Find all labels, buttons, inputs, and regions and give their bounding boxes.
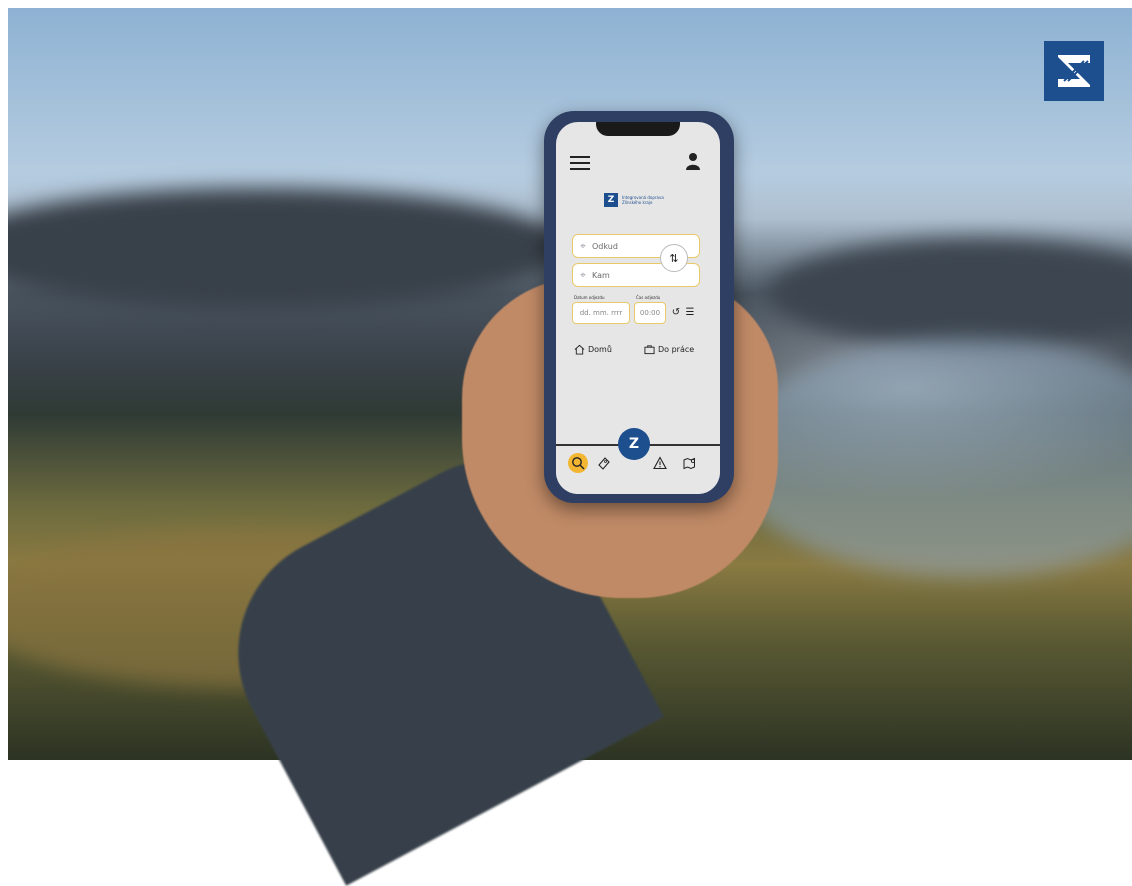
briefcase-icon — [644, 345, 655, 355]
filter-icon[interactable]: ☰ — [684, 306, 696, 318]
time-input[interactable]: 00:00 — [634, 302, 666, 324]
z-logo-icon: Z — [628, 436, 640, 452]
history-icon[interactable]: ↺ — [670, 306, 682, 318]
blurred-solar-panels — [728, 338, 1132, 578]
crosshair-icon: ⌖ — [580, 240, 586, 252]
ticket-icon — [598, 457, 610, 470]
to-placeholder: Kam — [592, 270, 610, 280]
phone-notch — [596, 122, 680, 136]
z-logo-icon: Z — [604, 193, 618, 207]
from-placeholder: Odkud — [592, 241, 618, 251]
hamburger-menu-icon[interactable] — [570, 156, 590, 170]
search-icon — [572, 457, 585, 470]
blurred-hill — [8, 188, 568, 308]
home-icon — [574, 344, 585, 355]
nav-alerts-button[interactable] — [650, 453, 670, 473]
nav-tickets-button[interactable] — [594, 453, 614, 473]
date-label: Datum odjezdu — [574, 295, 605, 300]
brand-line2: Zlínského kraje — [622, 200, 653, 205]
nav-home-button[interactable]: Z — [618, 428, 650, 460]
shortcut-work-button[interactable]: Do práce — [644, 344, 694, 355]
time-label: Čas odjezdu — [636, 295, 661, 300]
crosshair-icon: ⌖ — [580, 269, 586, 281]
map-icon — [683, 457, 696, 470]
shortcut-home-button[interactable]: Domů — [574, 344, 612, 355]
nav-map-button[interactable] — [680, 453, 700, 473]
date-input[interactable]: dd. mm. rrrr — [572, 302, 630, 324]
swap-arrows-icon: ⇅ — [669, 251, 679, 265]
corner-logo — [1044, 41, 1104, 101]
nav-search-button[interactable] — [568, 453, 588, 473]
shortcut-work-label: Do práce — [658, 345, 695, 354]
warning-icon — [653, 456, 667, 470]
user-icon[interactable] — [686, 152, 700, 170]
z-logo-icon — [1058, 55, 1090, 87]
brand-logo: Z Integrovaná doprava Zlínského kraje — [604, 190, 682, 210]
blurred-hill — [768, 238, 1132, 348]
swap-direction-button[interactable]: ⇅ — [660, 244, 688, 272]
app-screen: Z Integrovaná doprava Zlínského kraje ⌖ … — [556, 122, 720, 494]
shortcut-home-label: Domů — [588, 345, 612, 354]
